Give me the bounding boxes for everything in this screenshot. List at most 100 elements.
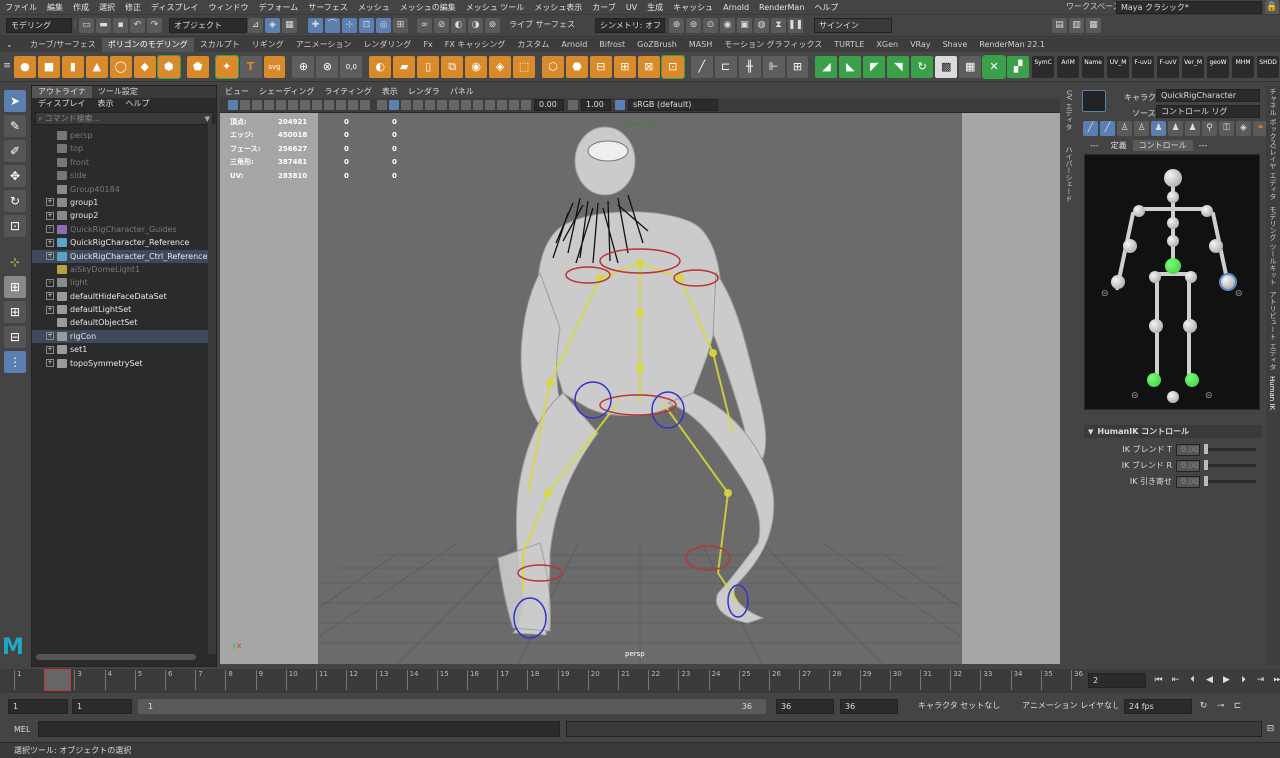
hik-left-hip-node[interactable] [1149,271,1161,283]
play-back-icon[interactable]: ◀ [1202,673,1217,688]
rotate-tool-icon[interactable]: ↻ [4,190,26,212]
hud-icon[interactable] [509,100,519,110]
uv-shell-icon[interactable]: ◢ [815,55,838,78]
shelf-tab-1[interactable]: ポリゴンのモデリング [101,38,194,52]
field-chart-icon[interactable] [336,100,346,110]
symmetry-dropdown[interactable]: シンメトリ: オフ [595,18,665,33]
current-frame-field[interactable]: 2 [1088,673,1146,688]
script-editor-icon[interactable]: ⊟ [1263,722,1278,737]
tab-hypershade[interactable]: ハイパーシェード [1064,146,1074,202]
xray-joints-icon[interactable] [485,100,495,110]
viewport-scene[interactable]: 頂点: 204921 0 0 エッジ: 450018 0 0 フェース: 256627 0 0 三角形:… [220,113,1060,664]
pause-icon[interactable]: ❚❚ [788,18,803,33]
last-tool-icon[interactable]: ⊹ [4,251,26,273]
tab-attribute-editor[interactable]: アトリビュート エディタ [1268,291,1278,370]
soft-select-icon[interactable]: ⊛ [669,18,684,33]
redo-icon[interactable]: ↷ [147,18,162,33]
bookmark-icon[interactable] [252,100,262,110]
script-language-label[interactable]: MEL [14,725,38,734]
hik-left-foot-node[interactable] [1147,373,1161,387]
grid-tool-icon[interactable]: ⊞ [786,55,809,78]
hik-tab-3[interactable]: --- [1193,141,1214,150]
wire-on-shaded-icon[interactable] [401,100,411,110]
hik-slider-track[interactable] [1204,460,1256,470]
shadows-icon[interactable] [437,100,447,110]
pin-icon[interactable]: ♙ [1134,121,1149,136]
playhead[interactable] [44,669,71,691]
shelf-script-button-2[interactable]: Name [1082,55,1105,78]
shelf-script-button-8[interactable]: MHM [1232,55,1255,78]
shelf-tab-8[interactable]: カスタム [511,38,555,52]
sculpt-icon[interactable]: ⊜ [686,18,701,33]
lock-icon[interactable]: 🔒 [1265,0,1279,14]
shelf-tab-9[interactable]: Arnold [555,38,593,52]
save-scene-icon[interactable]: ▪ [113,18,128,33]
render-icon[interactable]: ◉ [720,18,735,33]
resolution-gate-icon[interactable] [312,100,322,110]
color-mgmt-icon[interactable] [615,100,625,110]
hik-chest-node[interactable] [1167,217,1179,229]
outliner-item[interactable]: +side [32,169,216,182]
hypershade-icon[interactable]: ◍ [754,18,769,33]
unlink-icon[interactable]: ⊘ [434,18,449,33]
hik-right-foot-node[interactable] [1185,373,1199,387]
live-surface-label[interactable]: ライブ サーフェスなし [505,18,575,33]
expand-icon[interactable]: + [46,305,54,314]
hik-left-foot-toggle-icon[interactable]: ⊝ [1131,391,1139,401]
outliner-menu-display[interactable]: ディスプレイ [32,98,91,110]
open-scene-icon[interactable]: ▬ [96,18,111,33]
ui-toggle-icon-1[interactable]: ▤ [1052,18,1067,33]
shelf-tab-18[interactable]: RenderMan 22.1 [973,38,1051,52]
hik-tab-definition[interactable]: 定義 [1105,140,1133,151]
outliner-item[interactable]: +defaultObjectSet [32,316,216,329]
fill-hole-icon[interactable]: ⊞ [613,55,636,78]
shelf-tab-7[interactable]: FX キャッシング [439,38,512,52]
menu-item-5[interactable]: ディスプレイ [146,0,203,15]
ui-toggle-icon-3[interactable]: ▦ [1086,18,1101,33]
go-to-start-icon[interactable]: ⏮ [1151,673,1166,688]
poly-plane-icon[interactable]: ◆ [133,55,156,78]
preferences-icon[interactable]: ⊏ [1230,699,1245,714]
render-settings-icon[interactable]: ⊚ [485,18,500,33]
shelf-tab-12[interactable]: MASH [683,38,718,52]
hik-slider-track[interactable] [1204,444,1256,454]
gate-mask-icon[interactable] [324,100,334,110]
new-scene-icon[interactable]: ▭ [79,18,94,33]
source-dropdown[interactable]: コントロール リグ [1156,105,1260,118]
link-icon[interactable]: ∞ [417,18,432,33]
mirror-icon[interactable]: ⧉ [441,55,464,78]
hik-head-node[interactable] [1164,169,1182,187]
workspace-dropdown[interactable]: Maya クラシック* [1116,1,1262,14]
camera-select-icon[interactable] [228,100,238,110]
command-input[interactable] [38,721,560,737]
shelf-tab-17[interactable]: Shave [937,38,974,52]
bevel-icon[interactable]: ⬣ [565,55,588,78]
separate-icon[interactable]: ▯ [417,55,440,78]
aa-icon[interactable] [461,100,471,110]
hik-right-shoulder-node[interactable] [1201,205,1213,217]
uv-layout-icon[interactable]: ↻ [911,55,934,78]
shelf-tab-11[interactable]: GoZBrush [631,38,683,52]
isolate-icon[interactable] [497,100,507,110]
textured-icon[interactable] [413,100,423,110]
outliner-menu-show[interactable]: 表示 [91,98,119,110]
viewport-menu-item-0[interactable]: ビュー [220,86,254,98]
body-part-icon[interactable]: ╱ [1100,121,1115,136]
shelf-tab-14[interactable]: TURTLE [828,38,870,52]
full-body-icon[interactable]: ╱ [1083,121,1098,136]
camera-attr-icon[interactable] [240,100,250,110]
hik-slider-track[interactable] [1204,476,1256,486]
menu-item-11[interactable]: メッシュ ツール [461,0,530,15]
hik-neck-node[interactable] [1167,191,1179,203]
time-ticks[interactable]: 1234567891011121314151617181920212223242… [10,669,1083,693]
tab-tool-settings[interactable]: ツール設定 [92,86,144,98]
poly-disc-icon[interactable]: ⬢ [156,54,181,79]
exposure-field[interactable]: 0.00 [534,99,564,111]
undo-icon[interactable]: ↶ [130,18,145,33]
safe-title-icon[interactable] [360,100,370,110]
hik-right-knee-node[interactable] [1183,319,1197,333]
outliner-item[interactable]: + light [32,276,216,289]
menu-item-15[interactable]: 生成 [642,0,668,15]
hik-slider-value[interactable]: 0.00 [1176,443,1200,456]
text-tool-icon[interactable]: T [239,55,262,78]
